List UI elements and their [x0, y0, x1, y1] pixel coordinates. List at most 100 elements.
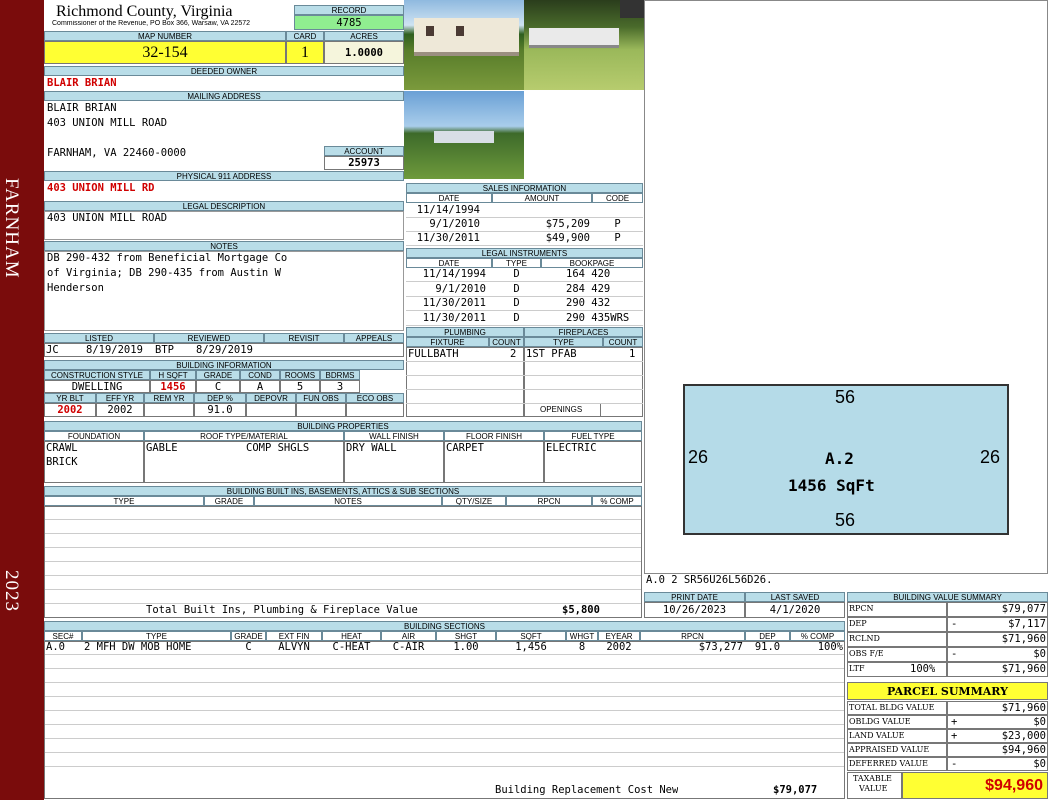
section-header: EYEAR [598, 631, 640, 641]
building-info-value-2 [296, 403, 346, 417]
building-info-header-2: EFF YR [96, 393, 144, 403]
sketch-code-line: A.0 2 SR56U26L56D26. [646, 574, 773, 586]
wall-finish: DRY WALL [346, 442, 397, 454]
print-date-label: PRINT DATE [644, 592, 745, 602]
taxable-label-1: TAXABLE [853, 774, 892, 783]
foundation-2: BRICK [46, 456, 78, 468]
tax-year: 2023 [1, 570, 22, 612]
fuel-type: ELECTRIC [546, 442, 597, 454]
card-label: CARD [286, 31, 324, 41]
sketch-right-dim: 26 [980, 447, 1001, 467]
builtins-header: TYPE [44, 496, 204, 506]
parcel-value: $0 [1033, 758, 1046, 770]
building-info-header: H SQFT [150, 370, 196, 380]
mailing-line-1: BLAIR BRIAN [47, 102, 117, 114]
mailing-line-2: 403 UNION MILL ROAD [47, 117, 168, 129]
fireplaces-title: FIREPLACES [524, 327, 643, 337]
parcel-label: DEFERRED VALUE [849, 759, 928, 768]
sale-date: 11/14/1994 [416, 204, 480, 216]
builtins-header: % COMP [592, 496, 642, 506]
openings-divider [600, 403, 601, 416]
parcel-label: OBLDG VALUE [849, 717, 911, 726]
listed-label: LISTED [44, 333, 154, 343]
sketch-top-dim: 56 [835, 387, 856, 407]
legal-row-line [406, 324, 643, 326]
legal-header: TYPE [492, 258, 541, 268]
commissioner-address: Commissioner of the Revenue, PO Box 366,… [52, 20, 251, 27]
building-info-value: 3 [320, 380, 360, 393]
plumbing-title: PLUMBING [406, 327, 524, 337]
sale-code: P [614, 218, 621, 230]
property-header: FUEL TYPE [544, 431, 642, 441]
plumbing-count: 2 [510, 348, 517, 360]
legal-header: BOOKPAGE [541, 258, 643, 268]
summary-pct: 100% [910, 663, 936, 675]
taxable-label-2: VALUE [859, 784, 888, 793]
sketch-area-text: 1456 SqFt [788, 476, 875, 495]
sales-title: SALES INFORMATION [406, 183, 643, 193]
sales-row-line [406, 245, 643, 246]
summary-sign: - [951, 648, 958, 660]
instrument-date: 9/1/2010 [435, 282, 486, 295]
building-info-value-2: 91.0 [194, 403, 246, 417]
building-info-title: BUILDING INFORMATION [44, 360, 404, 370]
summary-value: $79,077 [1001, 603, 1046, 615]
photo-front-of-home [404, 0, 524, 90]
map-number: 32-154 [44, 41, 286, 64]
deeded-owner-label: DEEDED OWNER [44, 66, 404, 76]
building-info-value: DWELLING [44, 380, 150, 393]
building-info-header: COND [240, 370, 280, 380]
section-header: WHGT [566, 631, 598, 641]
record-label: RECORD [294, 5, 404, 15]
instrument-date: 11/30/2011 [422, 297, 486, 309]
plumbing-count-header: COUNT [489, 337, 524, 347]
listed-date: 8/19/2019 [86, 344, 143, 356]
parcel-label: LAND VALUE [849, 731, 905, 740]
parcel-label: APPRAISED VALUE [849, 745, 930, 754]
building-info-value: 5 [280, 380, 320, 393]
building-info-header-2: FUN OBS [296, 393, 346, 403]
sales-header: DATE [406, 193, 492, 203]
building-info-header: ROOMS [280, 370, 320, 380]
card-number: 1 [286, 41, 324, 64]
deeded-owner: BLAIR BRIAN [47, 77, 117, 89]
section-header: SHGT [436, 631, 496, 641]
property-header: FLOOR FINISH [444, 431, 544, 441]
instrument-bookpage: 164 420 [566, 268, 611, 280]
parcel-value: $94,960 [1001, 744, 1046, 756]
acres-value: 1.0000 [324, 41, 404, 64]
section-header: DEP [745, 631, 790, 641]
fixture-row-line [406, 361, 643, 362]
parcel-sign: - [951, 758, 958, 770]
reviewed-date: 8/29/2019 [196, 344, 253, 356]
photo-corner-dark [620, 0, 644, 18]
instrument-type: D [513, 268, 520, 280]
building-info-header: CONSTRUCTION STYLE [44, 370, 150, 380]
photo-home-from-yard [404, 91, 524, 179]
summary-value: $7,117 [1008, 618, 1046, 630]
building-properties-title: BUILDING PROPERTIES [44, 421, 642, 431]
acres-label: ACRES [324, 31, 404, 41]
instrument-type: D [513, 282, 520, 295]
summary-label: RCLND [849, 634, 880, 643]
mailing-line-4: FARNHAM, VA 22460-0000 [47, 147, 187, 159]
legal-header: DATE [406, 258, 492, 268]
account-label: ACCOUNT [324, 146, 404, 156]
fixture-row-line [406, 403, 643, 404]
building-info-header-2: REM YR [144, 393, 194, 403]
parcel-value: $0 [1033, 716, 1046, 728]
plumbing-fixture: FULLBATH [408, 348, 459, 360]
building-info-value-2 [246, 403, 296, 417]
legal-instruments-title: LEGAL INSTRUMENTS [406, 248, 643, 258]
instrument-bookpage: 284 429 [566, 282, 611, 295]
notes-box [44, 251, 404, 331]
instrument-date: 11/14/1994 [422, 268, 486, 280]
instrument-bookpage: 290 435WRS [566, 311, 630, 324]
summary-value: $0 [1033, 648, 1046, 660]
section-header: SQFT [496, 631, 566, 641]
section-header: GRADE [231, 631, 266, 641]
building-info-value-2: 2002 [44, 403, 96, 417]
section-header: AIR [381, 631, 436, 641]
value-summary-title: BUILDING VALUE SUMMARY [847, 592, 1048, 602]
sketch-bottom-dim: 56 [835, 510, 856, 530]
